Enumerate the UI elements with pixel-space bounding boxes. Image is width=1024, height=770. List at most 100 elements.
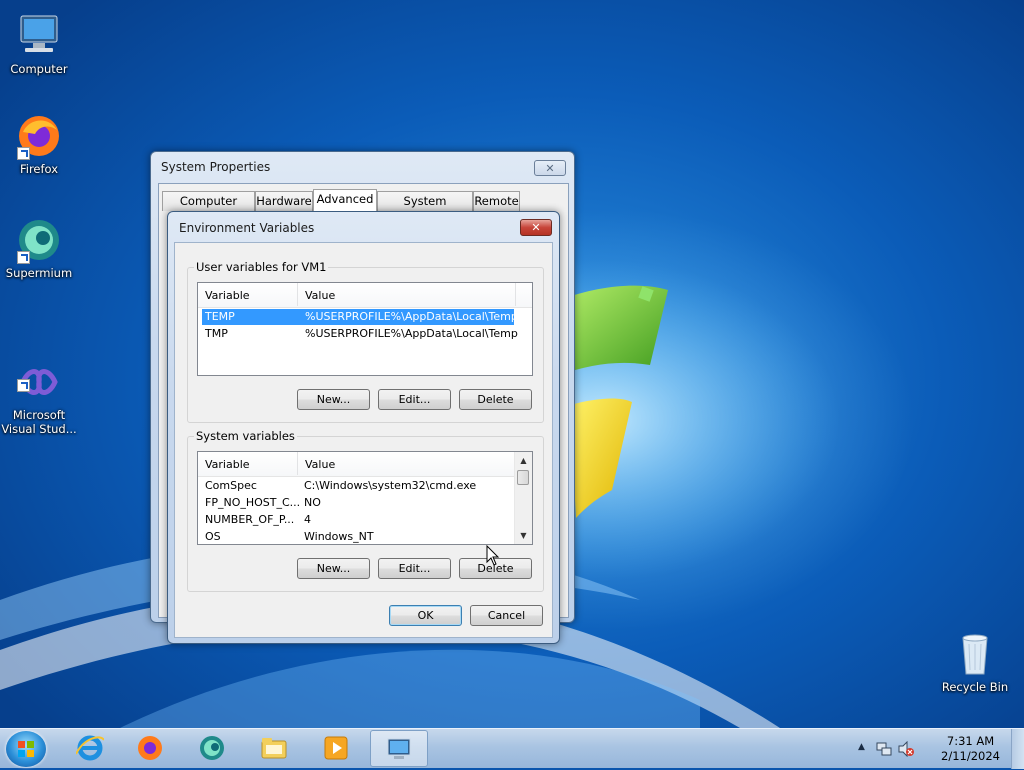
system-tray: ▲ 7:31 AM 2/11/2024	[854, 729, 1024, 769]
desktop-icon-label: Supermium	[5, 266, 73, 280]
close-icon: ✕	[545, 162, 555, 175]
user-variables-list[interactable]: Variable Value TEMP %USERPROFILE%\AppDat…	[197, 282, 533, 376]
close-button[interactable]: ✕	[534, 160, 566, 176]
start-button[interactable]	[6, 731, 46, 767]
variable-name: OS	[205, 530, 221, 543]
list-item[interactable]: TMP %USERPROFILE%\AppData\Local\Temp	[202, 326, 518, 342]
column-header-variable[interactable]: Variable	[205, 289, 250, 302]
window-title: System Properties	[161, 160, 271, 174]
user-edit-button[interactable]: Edit...	[378, 389, 451, 410]
clock-date: 2/11/2024	[941, 749, 1000, 763]
list-item[interactable]: FP_NO_HOST_C... NO	[202, 495, 502, 511]
taskbar-supermium[interactable]	[184, 730, 240, 767]
computer-icon	[15, 12, 63, 60]
variable-name: FP_NO_HOST_C...	[205, 496, 301, 509]
variable-value: Windows_NT	[304, 530, 374, 543]
user-delete-button[interactable]: Delete	[459, 389, 532, 410]
tab-system-protection[interactable]: System Protection	[377, 191, 473, 226]
variable-name: ComSpec	[205, 479, 257, 492]
system-new-button[interactable]: New...	[297, 558, 370, 579]
tab-label: Advanced	[316, 192, 374, 206]
cancel-button[interactable]: Cancel	[470, 605, 543, 626]
list-item[interactable]: NUMBER_OF_P... 4	[202, 512, 502, 528]
system-variables-list[interactable]: Variable Value ComSpec C:\Windows\system…	[197, 451, 533, 545]
variable-value: %USERPROFILE%\AppData\Local\Temp	[305, 327, 518, 340]
list-header: Variable Value	[198, 452, 515, 477]
system-edit-button[interactable]: Edit...	[378, 558, 451, 579]
dialog-title: Environment Variables	[179, 221, 315, 235]
clock[interactable]: 7:31 AM 2/11/2024	[941, 734, 1000, 764]
desktop-icon-label: Recycle Bin	[941, 680, 1009, 694]
supermium-icon	[200, 736, 224, 760]
tab-computer-name[interactable]: Computer Name	[162, 191, 255, 226]
close-icon: ✕	[531, 221, 541, 234]
column-header-variable[interactable]: Variable	[205, 458, 250, 471]
clock-time: 7:31 AM	[946, 734, 995, 748]
list-header: Variable Value	[198, 283, 532, 308]
tab-hardware[interactable]: Hardware	[255, 191, 313, 211]
variable-value: C:\Windows\system32\cmd.exe	[304, 479, 477, 492]
scroll-up-icon[interactable]: ▲	[515, 452, 532, 469]
scroll-down-icon[interactable]: ▼	[515, 527, 532, 544]
user-new-button[interactable]: New...	[297, 389, 370, 410]
variable-value: %USERPROFILE%\AppData\Local\Temp	[305, 310, 518, 323]
supermium-icon	[15, 216, 63, 264]
list-item[interactable]: TEMP %USERPROFILE%\AppData\Local\Temp	[202, 309, 518, 325]
show-desktop-button[interactable]	[1011, 729, 1024, 769]
internet-explorer-icon	[76, 735, 104, 761]
desktop-icon-label: Firefox	[19, 162, 59, 176]
desktop-icon-label: Microsoft Visual Stud...	[1, 408, 77, 436]
system-properties-icon	[387, 738, 411, 759]
desktop-icon-label: Computer	[10, 62, 68, 76]
taskbar-system-properties[interactable]	[370, 730, 428, 767]
desktop-icon-computer[interactable]: Computer	[0, 12, 78, 76]
tab-remote[interactable]: Remote	[473, 191, 520, 211]
dialog-client: User variables for VM1 Variable Value TE…	[174, 242, 553, 638]
variable-value: 4	[304, 513, 311, 526]
file-explorer-icon	[261, 738, 287, 759]
taskbar-internet-explorer[interactable]	[62, 730, 118, 767]
desktop-icon-recycle-bin[interactable]: Recycle Bin	[936, 630, 1014, 694]
recycle-bin-icon	[951, 630, 999, 678]
environment-variables-dialog: Environment Variables ✕ User variables f…	[167, 211, 560, 644]
shortcut-arrow-icon	[17, 251, 30, 264]
system-variables-label: System variables	[194, 429, 297, 443]
variable-name: TMP	[205, 327, 228, 340]
network-icon[interactable]	[876, 741, 892, 757]
tab-label: Hardware	[256, 194, 312, 208]
media-player-icon	[324, 736, 348, 760]
ok-button[interactable]: OK	[389, 605, 462, 626]
show-hidden-icons-icon[interactable]: ▲	[858, 742, 865, 752]
windows-logo-icon	[18, 741, 34, 757]
desktop-icon-visual-studio[interactable]: Microsoft Visual Stud...	[0, 330, 78, 450]
close-button[interactable]: ✕	[520, 219, 552, 236]
user-variables-group: User variables for VM1 Variable Value TE…	[187, 260, 544, 423]
tab-label: Remote	[474, 194, 519, 208]
desktop-icon-supermium[interactable]: Supermium	[0, 216, 78, 280]
visual-studio-icon	[15, 344, 63, 395]
shortcut-arrow-icon	[17, 147, 30, 160]
taskbar-media-player[interactable]	[308, 730, 364, 767]
variable-name: NUMBER_OF_P...	[205, 513, 295, 526]
shortcut-arrow-icon	[17, 379, 30, 392]
taskbar-firefox[interactable]	[122, 730, 178, 767]
volume-muted-icon[interactable]	[898, 741, 914, 757]
list-item[interactable]: ComSpec C:\Windows\system32\cmd.exe	[202, 478, 502, 494]
desktop: Computer Firefox Supermium Microsoft Vis…	[0, 0, 1024, 728]
vertical-scrollbar[interactable]: ▲ ▼	[514, 452, 532, 544]
taskbar-file-explorer[interactable]	[246, 730, 302, 767]
firefox-icon	[138, 736, 162, 760]
system-variables-group: System variables Variable Value ComSpec …	[187, 429, 544, 592]
desktop-icon-firefox[interactable]: Firefox	[0, 112, 78, 176]
scroll-thumb[interactable]	[517, 470, 529, 485]
variable-value: NO	[304, 496, 321, 509]
tab-advanced[interactable]: Advanced	[313, 189, 377, 211]
mouse-cursor-icon	[486, 545, 500, 566]
variable-name: TEMP	[205, 310, 235, 323]
column-header-value[interactable]: Value	[305, 289, 335, 302]
column-header-value[interactable]: Value	[305, 458, 335, 471]
taskbar: ▲ 7:31 AM 2/11/2024	[0, 728, 1024, 769]
firefox-icon	[15, 112, 63, 160]
list-item[interactable]: OS Windows_NT	[202, 529, 502, 544]
user-variables-label: User variables for VM1	[194, 260, 329, 274]
